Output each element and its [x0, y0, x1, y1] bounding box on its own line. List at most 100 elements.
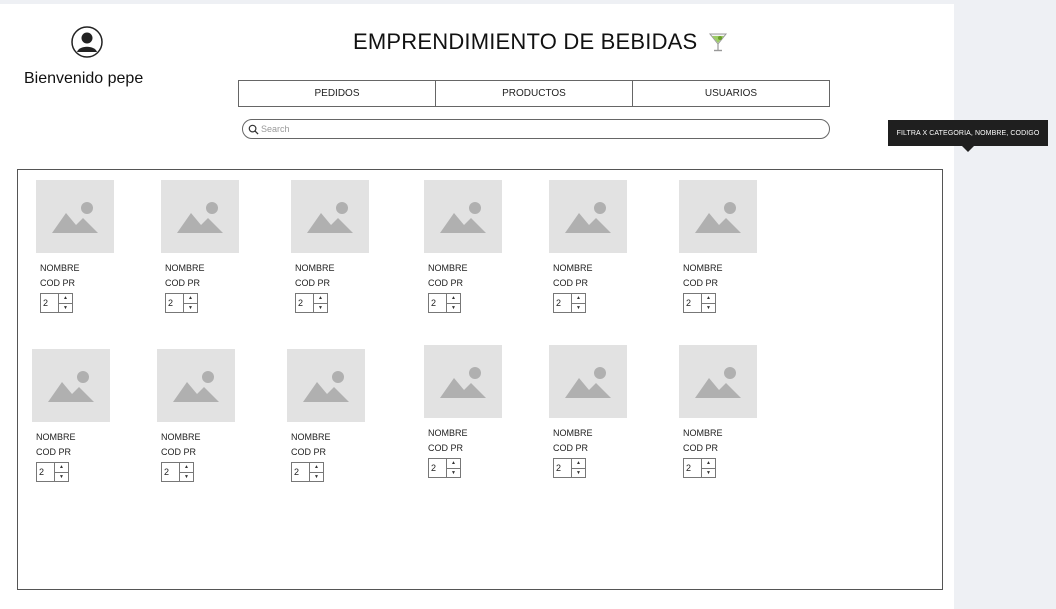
quantity-stepper[interactable]: 2 ▲ ▼: [165, 293, 198, 313]
quantity-value[interactable]: 2: [429, 459, 446, 477]
product-card[interactable]: NOMBRE COD PR 2 ▲ ▼: [424, 345, 504, 478]
quantity-value[interactable]: 2: [684, 459, 701, 477]
filter-tooltip: FILTRA X CATEGORIA, NOMBRE, CODIGO: [888, 120, 1048, 146]
quantity-value[interactable]: 2: [37, 463, 54, 481]
stepper-buttons: ▲ ▼: [446, 459, 460, 477]
page-title: EMPRENDIMIENTO DE BEBIDAS: [353, 29, 698, 54]
quantity-value[interactable]: 2: [292, 463, 309, 481]
product-code: COD PR: [161, 447, 197, 457]
tab-usuarios[interactable]: USUARIOS: [633, 81, 829, 106]
quantity-value[interactable]: 2: [429, 294, 446, 312]
search-input[interactable]: [261, 124, 801, 134]
decrement-icon[interactable]: ▼: [572, 469, 585, 478]
quantity-value[interactable]: 2: [41, 294, 58, 312]
decrement-icon[interactable]: ▼: [180, 473, 193, 482]
product-card[interactable]: NOMBRE COD PR 2 ▲ ▼: [32, 349, 112, 482]
product-code: COD PR: [165, 278, 201, 288]
stepper-buttons: ▲ ▼: [309, 463, 323, 481]
stepper-buttons: ▲ ▼: [313, 294, 327, 312]
quantity-value[interactable]: 2: [296, 294, 313, 312]
quantity-stepper[interactable]: 2 ▲ ▼: [683, 458, 716, 478]
quantity-value[interactable]: 2: [684, 294, 701, 312]
decrement-icon[interactable]: ▼: [59, 304, 72, 313]
tab-pedidos[interactable]: PEDIDOS: [239, 81, 436, 106]
image-placeholder-icon: [157, 349, 235, 422]
quantity-stepper[interactable]: 2 ▲ ▼: [295, 293, 328, 313]
decrement-icon[interactable]: ▼: [702, 304, 715, 313]
product-card[interactable]: NOMBRE COD PR 2 ▲ ▼: [157, 349, 237, 482]
product-code: COD PR: [553, 443, 589, 453]
right-gutter: [954, 0, 1056, 609]
product-code: COD PR: [428, 443, 464, 453]
image-placeholder-icon: [32, 349, 110, 422]
decrement-icon[interactable]: ▼: [447, 469, 460, 478]
quantity-stepper[interactable]: 2 ▲ ▼: [291, 462, 324, 482]
quantity-value[interactable]: 2: [162, 463, 179, 481]
increment-icon[interactable]: ▲: [572, 459, 585, 469]
quantity-stepper[interactable]: 2 ▲ ▼: [428, 458, 461, 478]
quantity-stepper[interactable]: 2 ▲ ▼: [553, 293, 586, 313]
quantity-stepper[interactable]: 2 ▲ ▼: [40, 293, 73, 313]
increment-icon[interactable]: ▲: [184, 294, 197, 304]
product-name: NOMBRE: [295, 263, 335, 273]
increment-icon[interactable]: ▲: [702, 459, 715, 469]
quantity-stepper[interactable]: 2 ▲ ▼: [553, 458, 586, 478]
image-placeholder-icon: [679, 180, 757, 253]
product-code: COD PR: [683, 278, 719, 288]
decrement-icon[interactable]: ▼: [314, 304, 327, 313]
tab-productos[interactable]: PRODUCTOS: [436, 81, 633, 106]
user-avatar-icon[interactable]: [71, 26, 103, 58]
product-card[interactable]: NOMBRE COD PR 2 ▲ ▼: [291, 180, 371, 313]
quantity-value[interactable]: 2: [554, 294, 571, 312]
image-placeholder-icon: [424, 180, 502, 253]
quantity-stepper[interactable]: 2 ▲ ▼: [428, 293, 461, 313]
product-card[interactable]: NOMBRE COD PR 2 ▲ ▼: [679, 345, 759, 478]
image-placeholder-icon: [161, 180, 239, 253]
stepper-buttons: ▲ ▼: [54, 463, 68, 481]
product-card[interactable]: NOMBRE COD PR 2 ▲ ▼: [424, 180, 504, 313]
quantity-value[interactable]: 2: [554, 459, 571, 477]
quantity-stepper[interactable]: 2 ▲ ▼: [683, 293, 716, 313]
stepper-buttons: ▲ ▼: [701, 294, 715, 312]
stepper-buttons: ▲ ▼: [446, 294, 460, 312]
product-card[interactable]: NOMBRE COD PR 2 ▲ ▼: [549, 345, 629, 478]
product-code: COD PR: [40, 278, 76, 288]
increment-icon[interactable]: ▲: [702, 294, 715, 304]
stepper-buttons: ▲ ▼: [571, 294, 585, 312]
product-name: NOMBRE: [683, 428, 723, 438]
decrement-icon[interactable]: ▼: [572, 304, 585, 313]
increment-icon[interactable]: ▲: [180, 463, 193, 473]
product-card[interactable]: NOMBRE COD PR 2 ▲ ▼: [287, 349, 367, 482]
product-code: COD PR: [553, 278, 589, 288]
product-code: COD PR: [36, 447, 72, 457]
quantity-value[interactable]: 2: [166, 294, 183, 312]
increment-icon[interactable]: ▲: [447, 459, 460, 469]
decrement-icon[interactable]: ▼: [310, 473, 323, 482]
image-placeholder-icon: [36, 180, 114, 253]
product-name: NOMBRE: [553, 263, 593, 273]
product-code: COD PR: [295, 278, 331, 288]
product-card[interactable]: NOMBRE COD PR 2 ▲ ▼: [549, 180, 629, 313]
product-name: NOMBRE: [428, 263, 468, 273]
tooltip-arrow: [962, 146, 974, 152]
product-card[interactable]: NOMBRE COD PR 2 ▲ ▼: [161, 180, 241, 313]
decrement-icon[interactable]: ▼: [184, 304, 197, 313]
image-placeholder-icon: [549, 180, 627, 253]
decrement-icon[interactable]: ▼: [447, 304, 460, 313]
stepper-buttons: ▲ ▼: [58, 294, 72, 312]
increment-icon[interactable]: ▲: [572, 294, 585, 304]
product-card[interactable]: NOMBRE COD PR 2 ▲ ▼: [679, 180, 759, 313]
increment-icon[interactable]: ▲: [59, 294, 72, 304]
increment-icon[interactable]: ▲: [310, 463, 323, 473]
product-card[interactable]: NOMBRE COD PR 2 ▲ ▼: [36, 180, 116, 313]
increment-icon[interactable]: ▲: [314, 294, 327, 304]
increment-icon[interactable]: ▲: [55, 463, 68, 473]
decrement-icon[interactable]: ▼: [702, 469, 715, 478]
search-icon: [248, 124, 259, 135]
quantity-stepper[interactable]: 2 ▲ ▼: [36, 462, 69, 482]
increment-icon[interactable]: ▲: [447, 294, 460, 304]
stepper-buttons: ▲ ▼: [183, 294, 197, 312]
image-placeholder-icon: [679, 345, 757, 418]
quantity-stepper[interactable]: 2 ▲ ▼: [161, 462, 194, 482]
decrement-icon[interactable]: ▼: [55, 473, 68, 482]
